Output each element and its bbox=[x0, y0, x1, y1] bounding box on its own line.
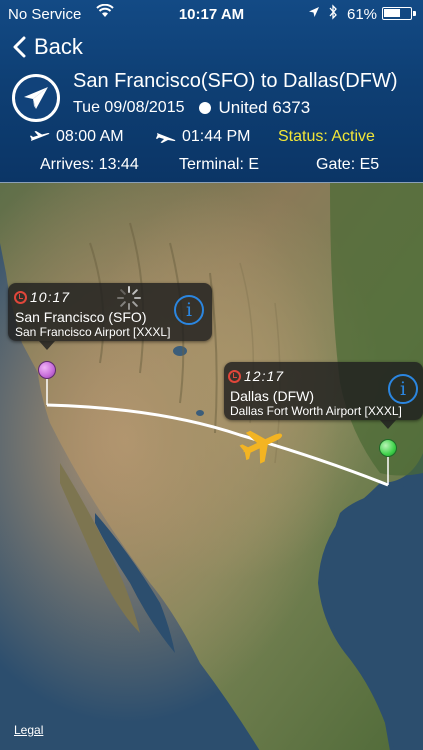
destination-callout-name: Dallas (DFW) bbox=[230, 388, 314, 404]
flight-number: United 6373 bbox=[218, 98, 311, 117]
back-label: Back bbox=[34, 34, 83, 59]
landing-icon bbox=[156, 133, 176, 143]
departure-time-label: 08:00 AM bbox=[56, 128, 124, 145]
departure-time: 08:00 AM bbox=[30, 128, 124, 146]
bullet-dot-icon bbox=[198, 102, 211, 114]
origin-pin[interactable] bbox=[38, 361, 56, 379]
map-terrain bbox=[0, 183, 423, 750]
destination-info-button[interactable]: i bbox=[388, 374, 418, 404]
loading-spinner-icon bbox=[117, 286, 141, 310]
chevron-left-icon bbox=[13, 36, 26, 58]
arrives-label: Arrives: 13:44 bbox=[40, 156, 139, 173]
status-bar: No Service 10:17 AM 61% bbox=[0, 0, 423, 28]
bluetooth-icon bbox=[329, 4, 337, 20]
destination-pin[interactable] bbox=[379, 439, 397, 457]
gate-label: Gate: E5 bbox=[316, 156, 380, 173]
takeoff-icon bbox=[30, 131, 50, 141]
arrival-time: 01:44 PM bbox=[156, 128, 250, 146]
arrival-time-label: 01:44 PM bbox=[182, 128, 251, 145]
battery-icon bbox=[382, 7, 416, 20]
origin-info-button[interactable]: i bbox=[174, 295, 204, 325]
battery-percent: 61% bbox=[347, 6, 378, 23]
paper-plane-icon bbox=[12, 74, 60, 122]
back-button[interactable]: Back bbox=[12, 32, 83, 62]
destination-callout-time: 12:17 bbox=[244, 368, 285, 384]
location-arrow-icon bbox=[309, 7, 319, 17]
flight-header: No Service 10:17 AM 61% Back San Francis… bbox=[0, 0, 423, 182]
legal-link[interactable]: Legal bbox=[14, 723, 43, 737]
origin-callout[interactable]: 10:17 San Francisco (SFO) San Francisco … bbox=[8, 283, 212, 350]
terminal-label: Terminal: E bbox=[179, 156, 260, 173]
origin-callout-name: San Francisco (SFO) bbox=[15, 309, 147, 325]
origin-callout-airport: San Francisco Airport [XXXL] bbox=[15, 325, 171, 339]
airplane-icon bbox=[239, 430, 283, 464]
destination-callout-airport: Dallas Fort Worth Airport [XXXL] bbox=[230, 404, 402, 418]
origin-callout-time: 10:17 bbox=[30, 289, 71, 305]
clock-icon bbox=[228, 370, 241, 383]
flight-map[interactable]: 10:17 San Francisco (SFO) San Francisco … bbox=[0, 182, 423, 750]
clock-icon bbox=[14, 291, 27, 304]
flight-route-title: San Francisco(SFO) to Dallas(DFW) bbox=[73, 70, 398, 92]
destination-callout[interactable]: 12:17 Dallas (DFW) Dallas Fort Worth Air… bbox=[224, 362, 423, 429]
flight-status: Status: Active bbox=[278, 128, 375, 145]
flight-date-line: Tue 09/08/2015 United 6373 bbox=[73, 98, 310, 118]
flight-times-row: 08:00 AM 01:44 PM Status: Active bbox=[0, 128, 423, 148]
flight-date: Tue 09/08/2015 bbox=[73, 99, 185, 116]
